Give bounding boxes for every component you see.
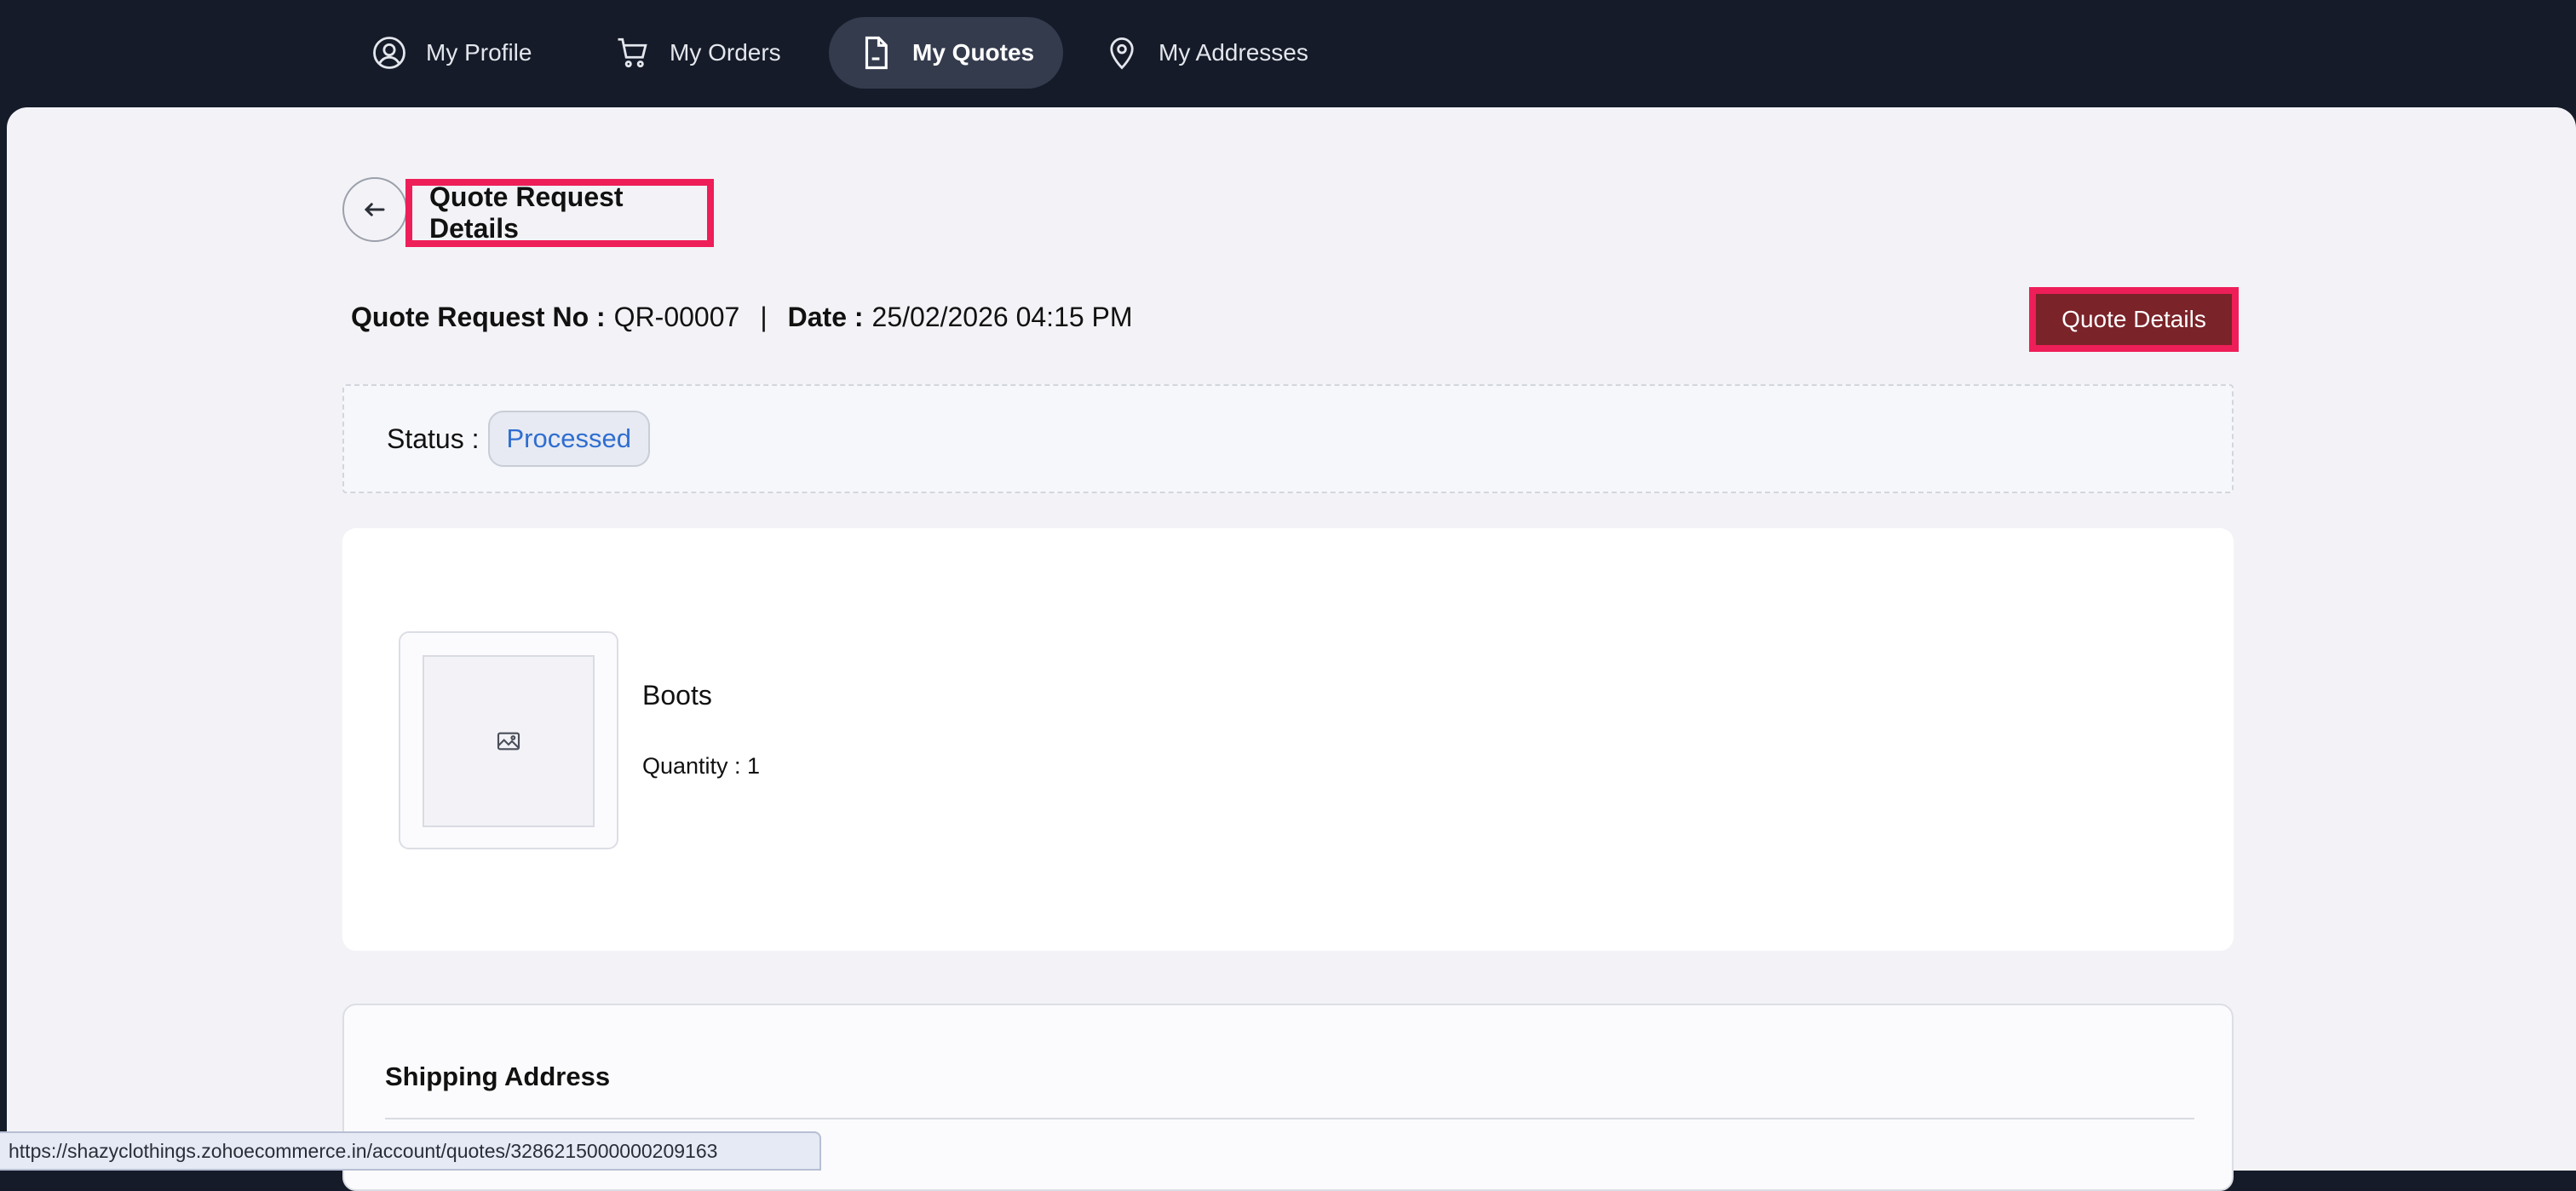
nav-my-quotes-label: My Quotes	[912, 39, 1035, 66]
quote-details-button[interactable]: Quote Details	[2029, 287, 2239, 352]
nav-my-profile[interactable]: My Profile	[371, 17, 532, 89]
cart-icon	[618, 37, 647, 68]
nav-my-orders[interactable]: My Orders	[615, 17, 781, 89]
back-button[interactable]	[342, 177, 407, 242]
quote-meta: Quote Request No : QR-00007 | Date : 25/…	[351, 302, 1133, 333]
document-icon	[865, 36, 888, 70]
top-navigation: My Profile My Orders My Quotes My Addres…	[0, 0, 2576, 107]
quote-details-button-label: Quote Details	[2061, 306, 2206, 332]
meta-separator: |	[760, 302, 768, 332]
nav-my-addresses-label: My Addresses	[1159, 39, 1308, 66]
nav-my-profile-label: My Profile	[426, 39, 532, 66]
status-badge: Processed	[487, 411, 650, 467]
product-quantity: Quantity : 1	[642, 753, 761, 779]
link-url: https://shazyclothings.zohoecommerce.in/…	[9, 1139, 718, 1162]
quote-date: 25/02/2026 04:15 PM	[871, 302, 1133, 332]
nav-my-quotes[interactable]: My Quotes	[829, 17, 1064, 89]
product-name[interactable]: Boots	[642, 680, 712, 711]
page-title: Quote Request Details	[405, 179, 714, 247]
quote-item-card: Boots Quantity : 1	[342, 528, 2234, 951]
image-placeholder-icon	[497, 732, 520, 751]
status-label: Status :	[387, 423, 480, 454]
shipping-divider	[385, 1118, 2194, 1119]
nav-my-orders-label: My Orders	[670, 39, 781, 66]
user-circle-icon	[373, 37, 405, 69]
page-title-text: Quote Request Details	[429, 181, 624, 244]
status-section: Status : Processed	[342, 384, 2234, 493]
quote-date-label: Date :	[787, 302, 864, 332]
back-arrow-icon	[364, 203, 385, 216]
quote-number: QR-00007	[613, 302, 740, 332]
product-thumbnail[interactable]	[399, 631, 618, 849]
quote-number-label: Quote Request No :	[351, 302, 606, 332]
shipping-address-title: Shipping Address	[385, 1062, 611, 1091]
location-pin-icon	[1110, 37, 1134, 70]
product-image-placeholder	[423, 655, 595, 827]
nav-my-addresses[interactable]: My Addresses	[1104, 17, 1308, 89]
link-status-bar: https://shazyclothings.zohoecommerce.in/…	[0, 1131, 821, 1171]
